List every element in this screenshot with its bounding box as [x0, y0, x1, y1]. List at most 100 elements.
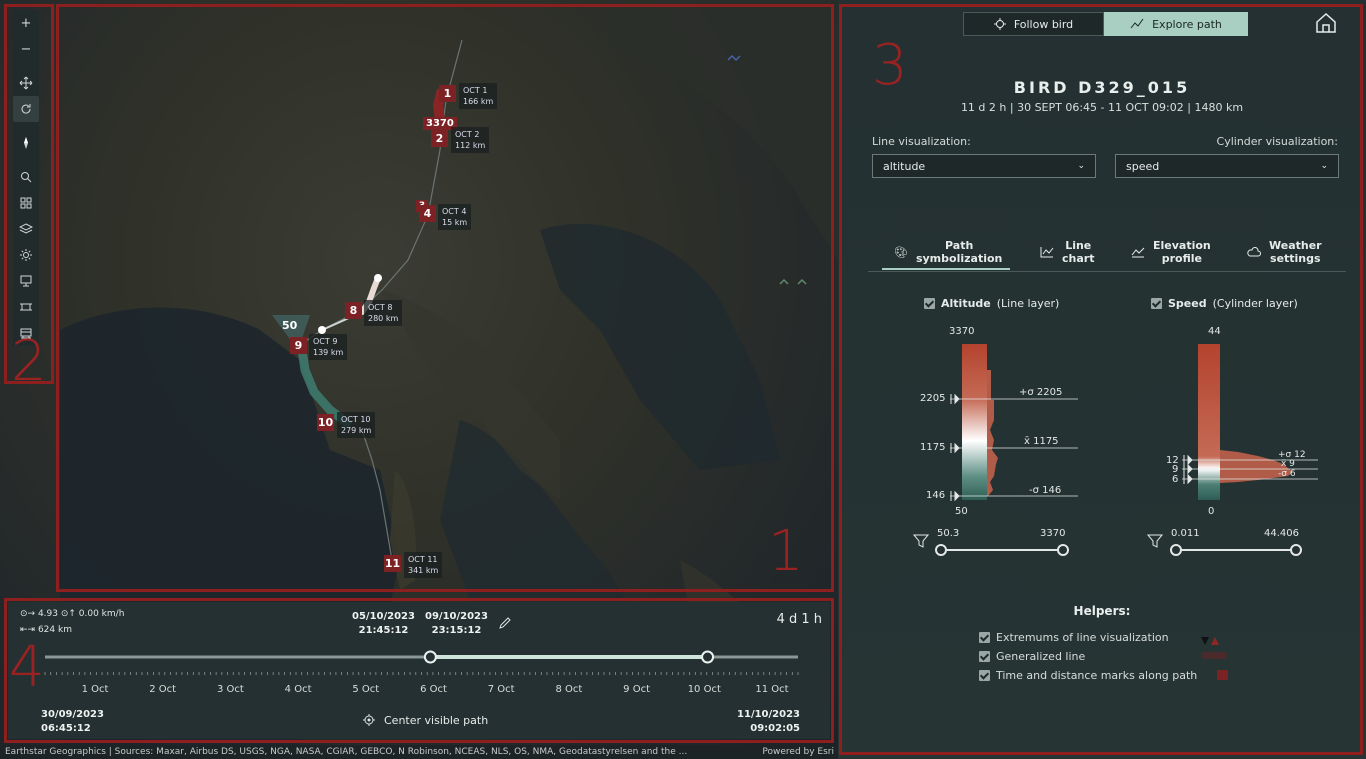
- generalized-line-legend-icon: [1201, 652, 1227, 659]
- speed-filter-min-handle[interactable]: [1170, 544, 1182, 556]
- layers-icon[interactable]: [13, 216, 39, 242]
- search-icon[interactable]: [13, 164, 39, 190]
- toolbar-separator: [13, 122, 39, 130]
- track-start: 30/09/2023 06:45:12: [41, 708, 104, 736]
- day-marker[interactable]: 11: [384, 555, 401, 572]
- altitude-filter-max: 3370: [1040, 528, 1066, 539]
- follow-bird-label: Follow bird: [1013, 17, 1074, 31]
- helper-checkbox[interactable]: [979, 670, 990, 681]
- day-marker-label: OCT 4 15 km: [438, 204, 472, 230]
- speed-checkbox[interactable]: [1151, 298, 1162, 309]
- helper-label: Extremums of line visualization: [996, 631, 1169, 644]
- altitude-filter-slider[interactable]: [934, 542, 1070, 558]
- timeline-slider[interactable]: [8, 642, 830, 678]
- zoom-out-button[interactable]: −: [13, 36, 39, 62]
- palette-icon: 🎨︎: [894, 245, 908, 259]
- side-panel: Follow bird Explore path BIRD D329_015 1…: [838, 0, 1366, 759]
- altitude-color-bar: [962, 344, 987, 500]
- region-number: 2: [11, 329, 47, 394]
- altitude-filter-min: 50.3: [937, 528, 960, 539]
- timeline-tick-label: 5 Oct: [352, 684, 380, 695]
- range-end: 09/10/2023 23:15:12: [425, 610, 488, 638]
- compass-icon[interactable]: [13, 130, 39, 156]
- altitude-toggle[interactable]: Altitude (Line layer): [924, 297, 1059, 310]
- timeline-tick-label: 10 Oct: [687, 684, 721, 695]
- marker-date: OCT 2: [455, 130, 480, 139]
- altitude-filter-max-handle[interactable]: [1057, 544, 1069, 556]
- altitude-label: Altitude: [941, 297, 991, 310]
- edit-range-icon[interactable]: [498, 615, 512, 634]
- explore-path-button[interactable]: Explore path: [1104, 12, 1248, 36]
- zoom-in-button[interactable]: +: [13, 10, 39, 36]
- helper-checkbox[interactable]: [979, 632, 990, 643]
- altitude-filter-min-handle[interactable]: [935, 544, 947, 556]
- day-marker[interactable]: 9: [290, 337, 307, 354]
- track-end: 11/10/2023 09:02:05: [737, 708, 800, 736]
- helper-label: Generalized line: [996, 650, 1086, 663]
- center-visible-path-button[interactable]: Center visible path: [362, 713, 488, 727]
- day-marker[interactable]: 1: [439, 85, 456, 102]
- range-end-handle[interactable]: [701, 650, 715, 664]
- speed-filter-max-handle[interactable]: [1290, 544, 1302, 556]
- speed-histogram: [1182, 344, 1318, 500]
- speed-color-bar: [1198, 344, 1220, 500]
- altitude-upper-tick: 2205: [920, 393, 946, 404]
- helpers-title: Helpers:: [1073, 604, 1131, 618]
- timeline-tick-label: 2 Oct: [149, 684, 177, 695]
- line-chart-icon: [1040, 247, 1054, 258]
- range-start: 05/10/2023 21:45:12: [352, 610, 415, 638]
- day-marker[interactable]: 2: [431, 130, 448, 147]
- helper-generalized-line[interactable]: Generalized line: [979, 650, 1085, 663]
- toolbar-separator: [13, 156, 39, 164]
- helper-label: Time and distance marks along path: [996, 669, 1198, 682]
- follow-bird-button[interactable]: Follow bird: [963, 12, 1104, 36]
- day-marker[interactable]: 8: [345, 302, 362, 319]
- home-icon[interactable]: [1314, 11, 1338, 39]
- day-marker[interactable]: 4: [419, 205, 436, 222]
- speed-filter-min: 0.011: [1171, 528, 1200, 539]
- region-number: 4: [9, 635, 45, 700]
- altitude-checkbox[interactable]: [924, 298, 935, 309]
- tab-line-chart[interactable]: Line chart: [1040, 239, 1094, 265]
- tab-elevation-profile[interactable]: Elevation profile: [1131, 239, 1211, 265]
- line-visualization-label: Line visualization:: [872, 135, 971, 148]
- basemap-gallery-icon[interactable]: [13, 190, 39, 216]
- speed-toggle[interactable]: Speed (Cylinder layer): [1151, 297, 1298, 310]
- bird-title: BIRD D329_015: [1013, 78, 1191, 97]
- max-speed-flag[interactable]: 50: [279, 318, 300, 333]
- daylight-icon[interactable]: [13, 242, 39, 268]
- range-start-handle[interactable]: [423, 650, 437, 664]
- timeline-panel: ⊙→ 4.93 ⊙↑ 0.00 km/h ⇤⇥ 624 km 05/10/202…: [8, 602, 830, 739]
- altitude-upper-annotation: +σ 2205: [1019, 387, 1063, 398]
- speed-sublabel: (Cylinder layer): [1212, 297, 1298, 310]
- elevation-icon[interactable]: [13, 294, 39, 320]
- cylinder-visualization-select[interactable]: speed ⌄: [1115, 154, 1339, 178]
- line-visualization-select[interactable]: altitude ⌄: [872, 154, 1096, 178]
- powered-by-esri[interactable]: Powered by Esri: [758, 745, 834, 759]
- elevation-profile-icon: [1131, 247, 1145, 258]
- marker-date: OCT 10: [341, 415, 371, 424]
- tab-divider: [868, 271, 1346, 272]
- map-toolbar: + −: [13, 10, 39, 346]
- target-icon: [993, 18, 1006, 30]
- helper-checkbox[interactable]: [979, 651, 990, 662]
- active-tab-indicator: [882, 268, 1010, 270]
- slides-icon[interactable]: [13, 268, 39, 294]
- day-marker-label: OCT 8 280 km: [364, 300, 403, 326]
- marker-distance: 280 km: [368, 314, 399, 323]
- timeline-tick-label: 1 Oct: [81, 684, 109, 695]
- day-marker[interactable]: 10: [317, 414, 334, 431]
- helper-time-distance-marks[interactable]: Time and distance marks along path: [979, 669, 1197, 682]
- map-attribution: Earthstar Geographics | Sources: Maxar, …: [0, 745, 838, 759]
- speed-filter-slider[interactable]: [1169, 542, 1303, 558]
- altitude-distribution: [987, 370, 998, 496]
- track-end-time: 09:02:05: [750, 723, 800, 734]
- tab-path-symbolization[interactable]: 🎨︎ Path symbolization: [894, 239, 1002, 265]
- marker-distance: 139 km: [313, 348, 344, 357]
- rotate-icon[interactable]: [13, 96, 39, 122]
- tab-weather-settings[interactable]: Weather settings: [1247, 239, 1322, 265]
- timeline-tick-label: 4 Oct: [284, 684, 312, 695]
- pan-icon[interactable]: [13, 70, 39, 96]
- bird-summary: 11 d 2 h | 30 SEPT 06:45 - 11 OCT 09:02 …: [960, 101, 1244, 114]
- helper-extremums[interactable]: Extremums of line visualization: [979, 631, 1169, 644]
